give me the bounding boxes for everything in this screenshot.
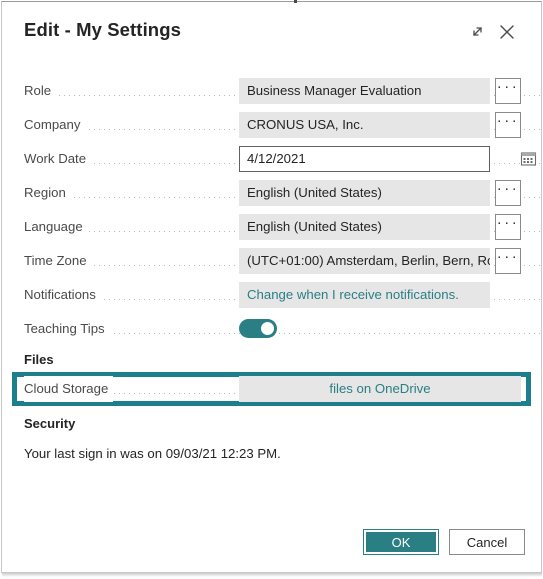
files-section-caption: Files [24, 352, 54, 367]
field-value-work-date[interactable]: 4/12/2021 [239, 146, 490, 172]
field-label-role: Role [24, 78, 57, 104]
field-label-cloud-storage: Cloud Storage [24, 376, 114, 402]
notifications-link[interactable]: Change when I receive notifications. [239, 282, 490, 308]
field-label-company: Company [24, 112, 86, 138]
field-row-time-zone: Time Zone (UTC+01:00) Amsterdam, Berlin,… [2, 244, 541, 274]
field-label-teaching-tips: Teaching Tips [24, 316, 110, 342]
last-sign-in-text: Your last sign in was on 09/03/21 12:23 … [24, 446, 281, 461]
dialog-drop-shadow [2, 573, 542, 577]
field-value-language[interactable]: English (United States) [239, 214, 490, 240]
field-label-notifications: Notifications [24, 282, 101, 308]
field-label-language: Language [24, 214, 88, 240]
field-row-notifications: Notifications Change when I receive noti… [2, 282, 541, 308]
ok-button[interactable]: OK [363, 529, 439, 555]
field-value-role[interactable]: Business Manager Evaluation [239, 78, 490, 104]
calendar-icon[interactable] [520, 150, 537, 167]
close-icon[interactable] [496, 21, 518, 43]
field-row-work-date: Work Date 4/12/2021 [2, 146, 541, 172]
field-row-region: Region English (United States) [2, 176, 541, 206]
field-row-cloud-storage: Cloud Storage files on OneDrive [12, 372, 531, 406]
field-row-role: Role Business Manager Evaluation [2, 74, 541, 104]
field-row-company: Company CRONUS USA, Inc. [2, 108, 541, 138]
cloud-storage-onedrive-link[interactable]: files on OneDrive [239, 376, 521, 402]
language-lookup-button[interactable] [495, 210, 521, 240]
field-value-company[interactable]: CRONUS USA, Inc. [239, 112, 490, 138]
field-row-teaching-tips: Teaching Tips [2, 316, 541, 342]
top-edge-marker [294, 0, 297, 3]
field-label-time-zone: Time Zone [24, 248, 92, 274]
page-title: Edit - My Settings [24, 19, 181, 40]
cancel-button[interactable]: Cancel [449, 529, 525, 555]
region-lookup-button[interactable] [495, 176, 521, 206]
expand-diagonal-icon[interactable] [466, 21, 488, 43]
security-section-caption: Security [24, 416, 76, 431]
teaching-tips-toggle[interactable] [239, 319, 277, 338]
my-settings-dialog: Edit - My Settings Role Business Manager… [1, 1, 542, 573]
time-zone-lookup-button[interactable] [495, 244, 521, 274]
field-row-language: Language English (United States) [2, 210, 541, 240]
field-label-work-date: Work Date [24, 146, 92, 172]
field-value-region[interactable]: English (United States) [239, 180, 490, 206]
company-lookup-button[interactable] [495, 108, 521, 138]
field-value-time-zone[interactable]: (UTC+01:00) Amsterdam, Berlin, Bern, Ro.… [239, 248, 490, 274]
role-lookup-button[interactable] [495, 74, 521, 104]
field-label-region: Region [24, 180, 71, 206]
dialog-header: Edit - My Settings [2, 2, 541, 58]
